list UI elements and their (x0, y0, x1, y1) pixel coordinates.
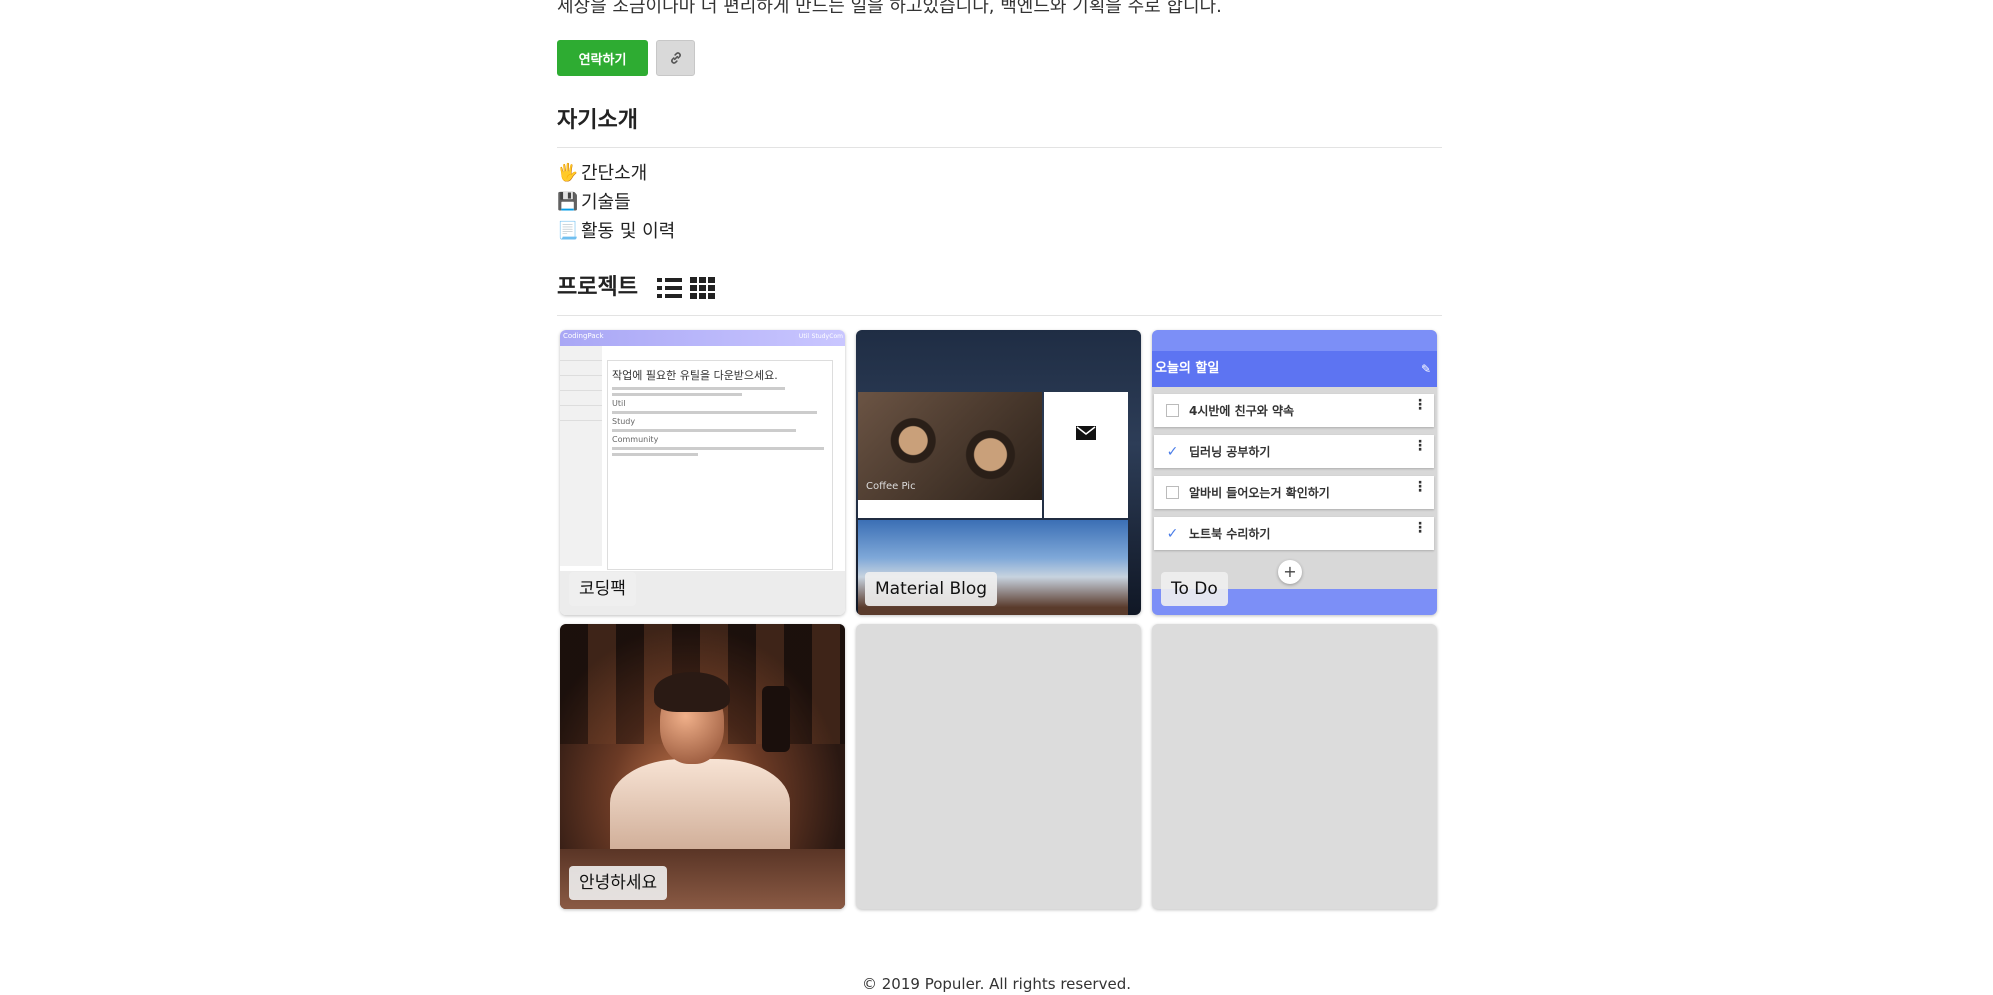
mail-icon (1076, 426, 1096, 440)
about-item-label: 활동 및 이력 (581, 221, 676, 242)
more-icon: ⋮ (1413, 520, 1427, 536)
footer-copyright: © 2019 Populer. All rights reserved. (861, 975, 1131, 993)
preview-content: 작업에 필요한 유틸을 다운받으세요. Util Study Community (607, 360, 833, 570)
preview-section: Study (612, 417, 636, 426)
link-button[interactable] (656, 40, 695, 76)
about-item-label: 간단소개 (581, 163, 648, 184)
project-card-placeholder[interactable] (1152, 624, 1437, 909)
checkbox-icon (1166, 404, 1179, 417)
preview-section: Community (612, 435, 659, 444)
more-icon: ⋮ (1413, 397, 1427, 413)
todo-item-text: 딥러닝 공부하기 (1189, 445, 1271, 459)
todo-item: ✓ 딥러닝 공부하기 ⋮ (1154, 435, 1434, 468)
about-item-intro[interactable]: 🖐 간단소개 (557, 159, 675, 188)
project-card-hello[interactable]: 안녕하세요 (560, 624, 845, 909)
check-icon: ✓ (1166, 443, 1179, 460)
hand-icon: 🖐 (557, 163, 579, 183)
project-card-label: Material Blog (865, 572, 998, 606)
preview-nav-item: Com (829, 333, 843, 340)
project-card-codingpack[interactable]: CodingPack Util Study Com 작업에 필요한 유틸을 다운… (560, 330, 845, 615)
preview-section: Util (612, 399, 626, 408)
project-grid: CodingPack Util Study Com 작업에 필요한 유틸을 다운… (560, 330, 1437, 909)
project-card-placeholder[interactable] (856, 624, 1141, 909)
projects-header: 프로젝트 (557, 273, 715, 303)
todo-item-text: 4시반에 친구와 약속 (1189, 404, 1295, 418)
preview-nav-item: Study (811, 333, 829, 340)
photo-person-hair (654, 672, 730, 712)
more-icon: ⋮ (1413, 479, 1427, 495)
todo-header: 오늘의 할일 ✎ (1152, 351, 1437, 387)
more-icon: ⋮ (1413, 438, 1427, 454)
project-card-label: To Do (1161, 572, 1228, 606)
action-buttons: 연락하기 (557, 40, 695, 76)
preview-navbar: CodingPack Util Study Com (560, 330, 845, 346)
photo-phone (762, 686, 790, 752)
checkbox-icon (1166, 486, 1179, 499)
preview-topbar (1152, 330, 1437, 351)
preview-caption: Coffee Pic (866, 481, 916, 492)
about-item-label: 기술들 (581, 192, 631, 213)
projects-title: 프로젝트 (557, 275, 638, 300)
about-item-skills[interactable]: 💾 기술들 (557, 188, 675, 217)
project-card-label: 안녕하세요 (569, 866, 668, 900)
project-card-material-blog[interactable]: Coffee Pic Material Blog (856, 330, 1141, 615)
project-card-todo[interactable]: 오늘의 할일 ✎ 4시반에 친구와 약속 ⋮ ✓ 딥러닝 공부하기 ⋮ 알바비 … (1152, 330, 1437, 615)
add-icon: + (1278, 560, 1302, 584)
about-list: 🖐 간단소개 💾 기술들 📃 활동 및 이력 (557, 159, 675, 246)
about-divider (557, 147, 1442, 148)
todo-header-title: 오늘의 할일 (1155, 361, 1220, 376)
about-item-history[interactable]: 📃 활동 및 이력 (557, 217, 675, 246)
intro-text: 세상을 조금이나마 더 편리하게 만드는 일을 하고있습니다, 백엔드와 기획을… (557, 0, 1222, 17)
grid-view-icon[interactable] (689, 277, 715, 299)
preview-heading: 작업에 필요한 유틸을 다운받으세요. (612, 369, 778, 382)
preview-nav-item: Util (798, 333, 809, 340)
preview-brand: CodingPack (563, 332, 604, 340)
scroll-icon: 📃 (557, 221, 579, 241)
projects-divider (557, 315, 1442, 316)
todo-item: 알바비 들어오는거 확인하기 ⋮ (1154, 476, 1434, 509)
link-icon (670, 52, 681, 64)
check-icon: ✓ (1166, 525, 1179, 542)
mail-card (1044, 392, 1128, 518)
project-card-label: 코딩팩 (569, 572, 636, 606)
about-title: 자기소개 (557, 108, 638, 133)
coffee-image: Coffee Pic (858, 392, 1042, 500)
todo-item: 4시반에 친구와 약속 ⋮ (1154, 394, 1434, 427)
contact-button[interactable]: 연락하기 (557, 40, 648, 76)
preview-sidebar (560, 346, 602, 566)
floppy-disk-icon: 💾 (557, 192, 579, 212)
list-view-icon[interactable] (656, 277, 682, 299)
todo-item-text: 노트북 수리하기 (1189, 527, 1271, 541)
todo-item-text: 알바비 들어오는거 확인하기 (1189, 486, 1330, 500)
todo-item: ✓ 노트북 수리하기 ⋮ (1154, 517, 1434, 550)
pencil-icon: ✎ (1420, 362, 1431, 376)
preview-card-footer (858, 500, 1042, 518)
